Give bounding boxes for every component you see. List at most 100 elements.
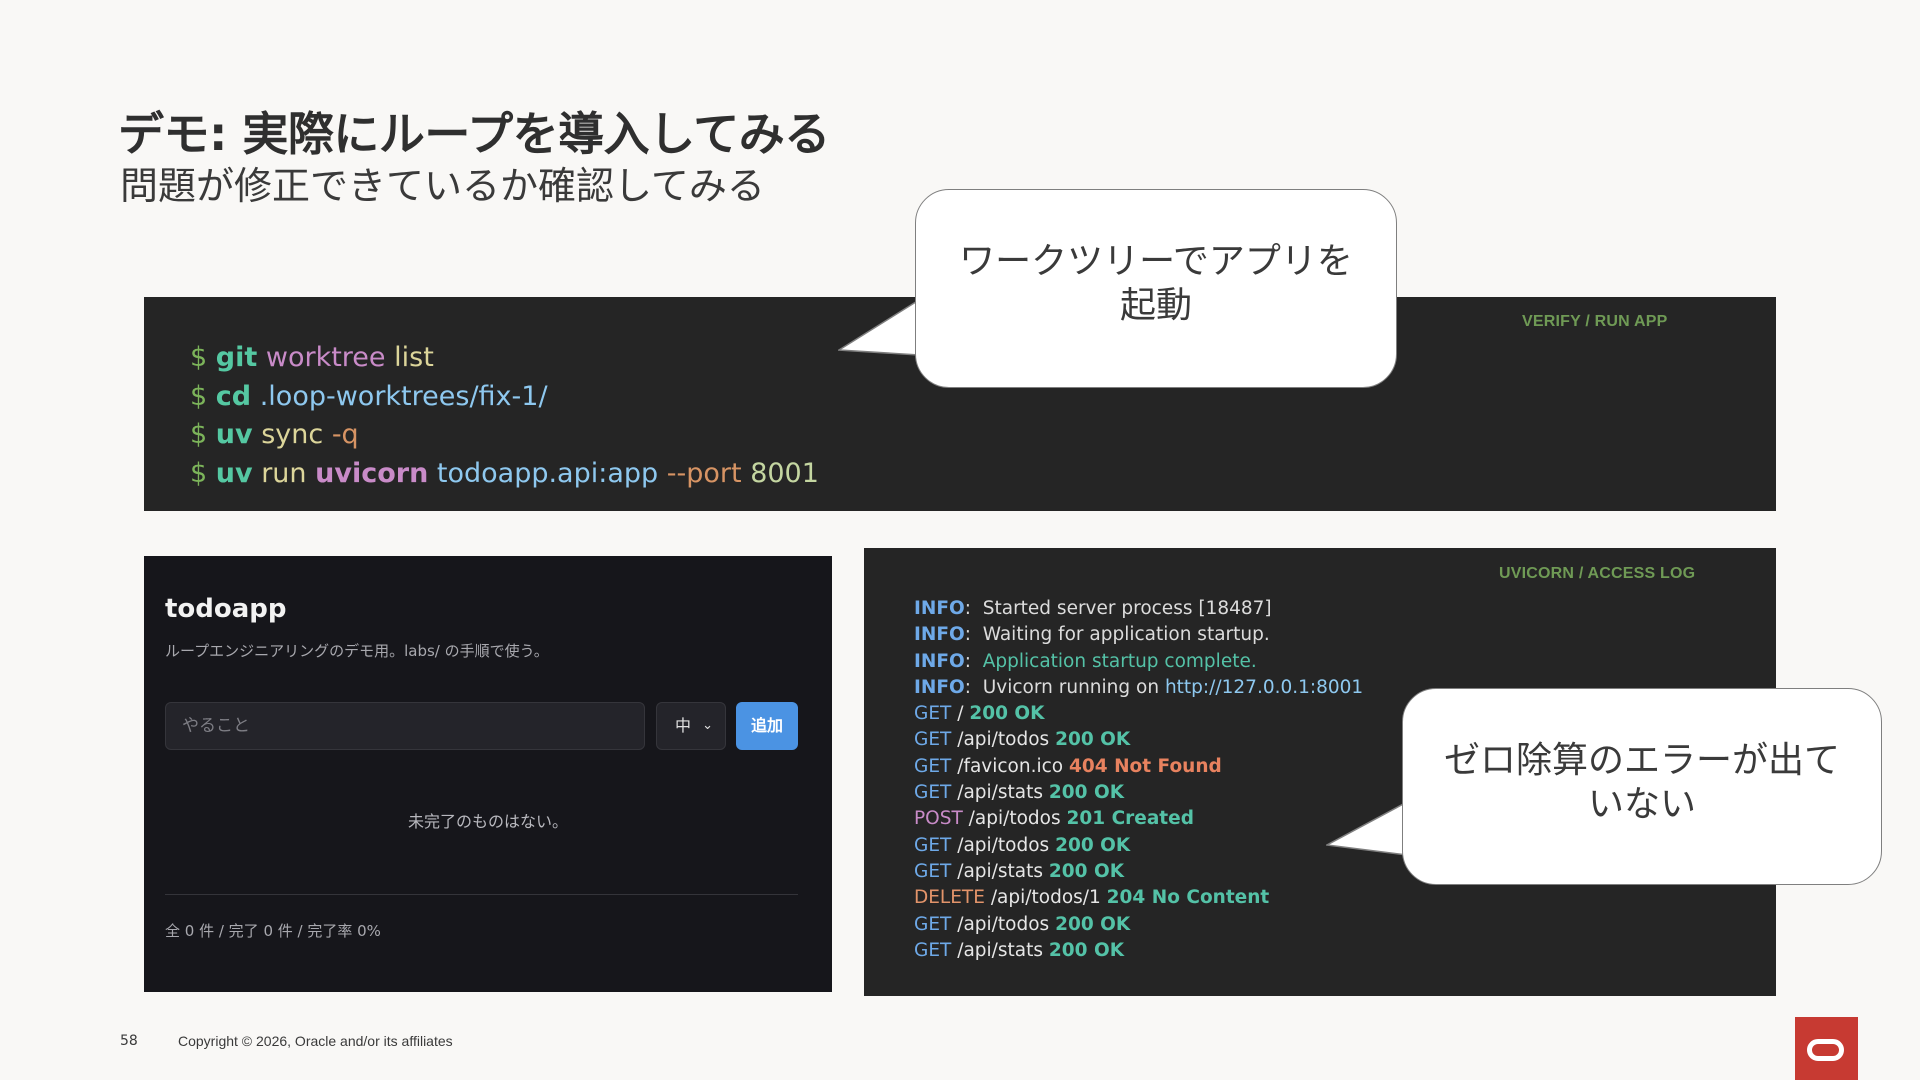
app-title: todoapp	[165, 594, 287, 624]
command-arg: run	[261, 457, 307, 489]
slide-subtitle: 問題が修正できているか確認してみる	[120, 164, 765, 208]
terminal-line: $ git worktree list	[190, 339, 819, 378]
log-url: http://127.0.0.1:8001	[1164, 676, 1364, 698]
command-arg: worktree	[265, 342, 386, 373]
log-level: INFO	[914, 598, 965, 619]
command-flag: -q	[331, 419, 359, 450]
log-sep: :	[964, 598, 971, 619]
app-description: ループエンジニアリングのデモ用。labs/ の手順で使う。	[165, 642, 549, 660]
status-code: 200 OK	[1055, 834, 1131, 856]
log-line: INFO: Application startup complete.	[914, 649, 1363, 675]
command-arg: 8001	[750, 457, 819, 489]
log-level: INFO	[914, 624, 965, 646]
command-arg: .loop-worktrees/fix-1/	[259, 380, 548, 412]
http-method: GET	[914, 782, 952, 804]
prompt: $	[190, 419, 208, 450]
request-path: /api/todos	[957, 834, 1050, 856]
log-message: Waiting for application startup.	[982, 624, 1270, 646]
terminal-line: $ uv sync -q	[190, 416, 819, 455]
todoapp-window: todoapp ループエンジニアリングのデモ用。labs/ の手順で使う。 やる…	[144, 556, 832, 992]
request-path: /	[957, 703, 964, 725]
callout-worktree: ワークツリーでアプリを 起動	[915, 189, 1397, 388]
copyright: Copyright © 2026, Oracle and/or its affi…	[178, 1033, 453, 1049]
request-line: GET / 200 OK	[914, 701, 1363, 727]
prompt: $	[190, 380, 208, 412]
command-arg: sync	[261, 419, 324, 450]
request-path: /api/todos	[957, 913, 1050, 935]
request-line: GET /api/todos 200 OK	[914, 912, 1363, 938]
log-message: Started server process [18487]	[982, 598, 1272, 619]
todo-input[interactable]: やること	[165, 702, 645, 750]
command-arg: todoapp.api:app	[436, 457, 659, 489]
http-method: GET	[914, 703, 952, 725]
http-method: DELETE	[914, 887, 985, 909]
log-message: Application startup complete.	[982, 650, 1257, 672]
log-lines: INFO: Started server process [18487] INF…	[914, 596, 1363, 964]
status-code: 204 No Content	[1106, 887, 1270, 909]
request-path: /api/todos	[968, 808, 1061, 830]
log-line: INFO: Waiting for application startup.	[914, 622, 1363, 648]
logo-ring	[1807, 1039, 1844, 1061]
log-line: INFO: Started server process [18487]	[914, 596, 1363, 622]
stats-footer: 全 0 件 / 完了 0 件 / 完了率 0%	[165, 922, 381, 940]
chevron-down-icon: ⌄	[702, 718, 713, 733]
status-code: 200 OK	[1055, 913, 1131, 935]
request-line: GET /api/todos 200 OK	[914, 833, 1363, 859]
log-level: INFO	[914, 676, 965, 698]
divider	[165, 894, 798, 895]
request-line: GET /api/todos 200 OK	[914, 727, 1363, 753]
priority-select[interactable]: 中 ⌄	[656, 702, 726, 750]
log-sep: :	[964, 650, 971, 672]
request-line: GET /api/stats 200 OK	[914, 859, 1363, 885]
callout-tail	[1326, 801, 1408, 856]
request-path: /api/todos/1	[990, 887, 1101, 909]
http-method: GET	[914, 860, 952, 882]
request-path: /api/stats	[957, 860, 1044, 882]
status-code: 200 OK	[969, 703, 1045, 725]
http-method: GET	[914, 755, 952, 777]
terminal-line: $ cd .loop-worktrees/fix-1/	[190, 378, 819, 417]
command-flag: --port	[666, 457, 742, 489]
command-arg: list	[394, 342, 434, 373]
oracle-logo-icon	[1795, 1017, 1858, 1080]
callout-text: いない	[1587, 784, 1696, 825]
status-code: 404 Not Found	[1069, 755, 1222, 777]
log-message: Uvicorn running on	[982, 676, 1160, 698]
request-path: /api/todos	[957, 729, 1050, 751]
status-code: 200 OK	[1048, 939, 1125, 961]
log-sep: :	[964, 624, 971, 646]
callout-tail	[838, 299, 920, 356]
http-method: GET	[914, 913, 952, 935]
callout-text: 起動	[1119, 285, 1192, 326]
priority-value: 中	[675, 716, 692, 735]
request-line: DELETE /api/todos/1 204 No Content	[914, 885, 1363, 911]
request-line: GET /favicon.ico 404 Not Found	[914, 754, 1363, 780]
command: uv	[215, 419, 253, 450]
add-button[interactable]: 追加	[736, 702, 798, 750]
log-tag: UVICORN / ACCESS LOG	[1499, 565, 1696, 582]
http-method: GET	[914, 729, 952, 751]
callout-text: ワークツリーでアプリを	[959, 241, 1353, 282]
http-method: GET	[914, 834, 952, 856]
command: cd	[215, 380, 252, 412]
log-level: INFO	[914, 650, 965, 672]
empty-message: 未完了のものはない。	[407, 812, 568, 831]
request-path: /favicon.ico	[957, 755, 1064, 777]
log-line: INFO: Uvicorn running on http://127.0.0.…	[914, 675, 1363, 701]
http-method: POST	[914, 808, 963, 830]
command-arg: uvicorn	[315, 457, 429, 489]
request-path: /api/stats	[957, 939, 1044, 961]
log-sep: :	[964, 676, 971, 698]
status-code: 200 OK	[1048, 782, 1125, 804]
status-code: 201 Created	[1066, 808, 1194, 830]
http-method: GET	[914, 939, 952, 961]
request-line: POST /api/todos 201 Created	[914, 806, 1363, 832]
terminal-tag: VERIFY / RUN APP	[1522, 313, 1668, 330]
callout-text: ゼロ除算のエラーが出て	[1443, 740, 1840, 781]
terminal-line: $ uv run uvicorn todoapp.api:app --port …	[190, 455, 819, 494]
command: uv	[215, 457, 253, 489]
command: git	[215, 342, 258, 373]
status-code: 200 OK	[1055, 729, 1131, 751]
callout-no-error: ゼロ除算のエラーが出て いない	[1402, 688, 1882, 885]
prompt: $	[190, 342, 208, 373]
